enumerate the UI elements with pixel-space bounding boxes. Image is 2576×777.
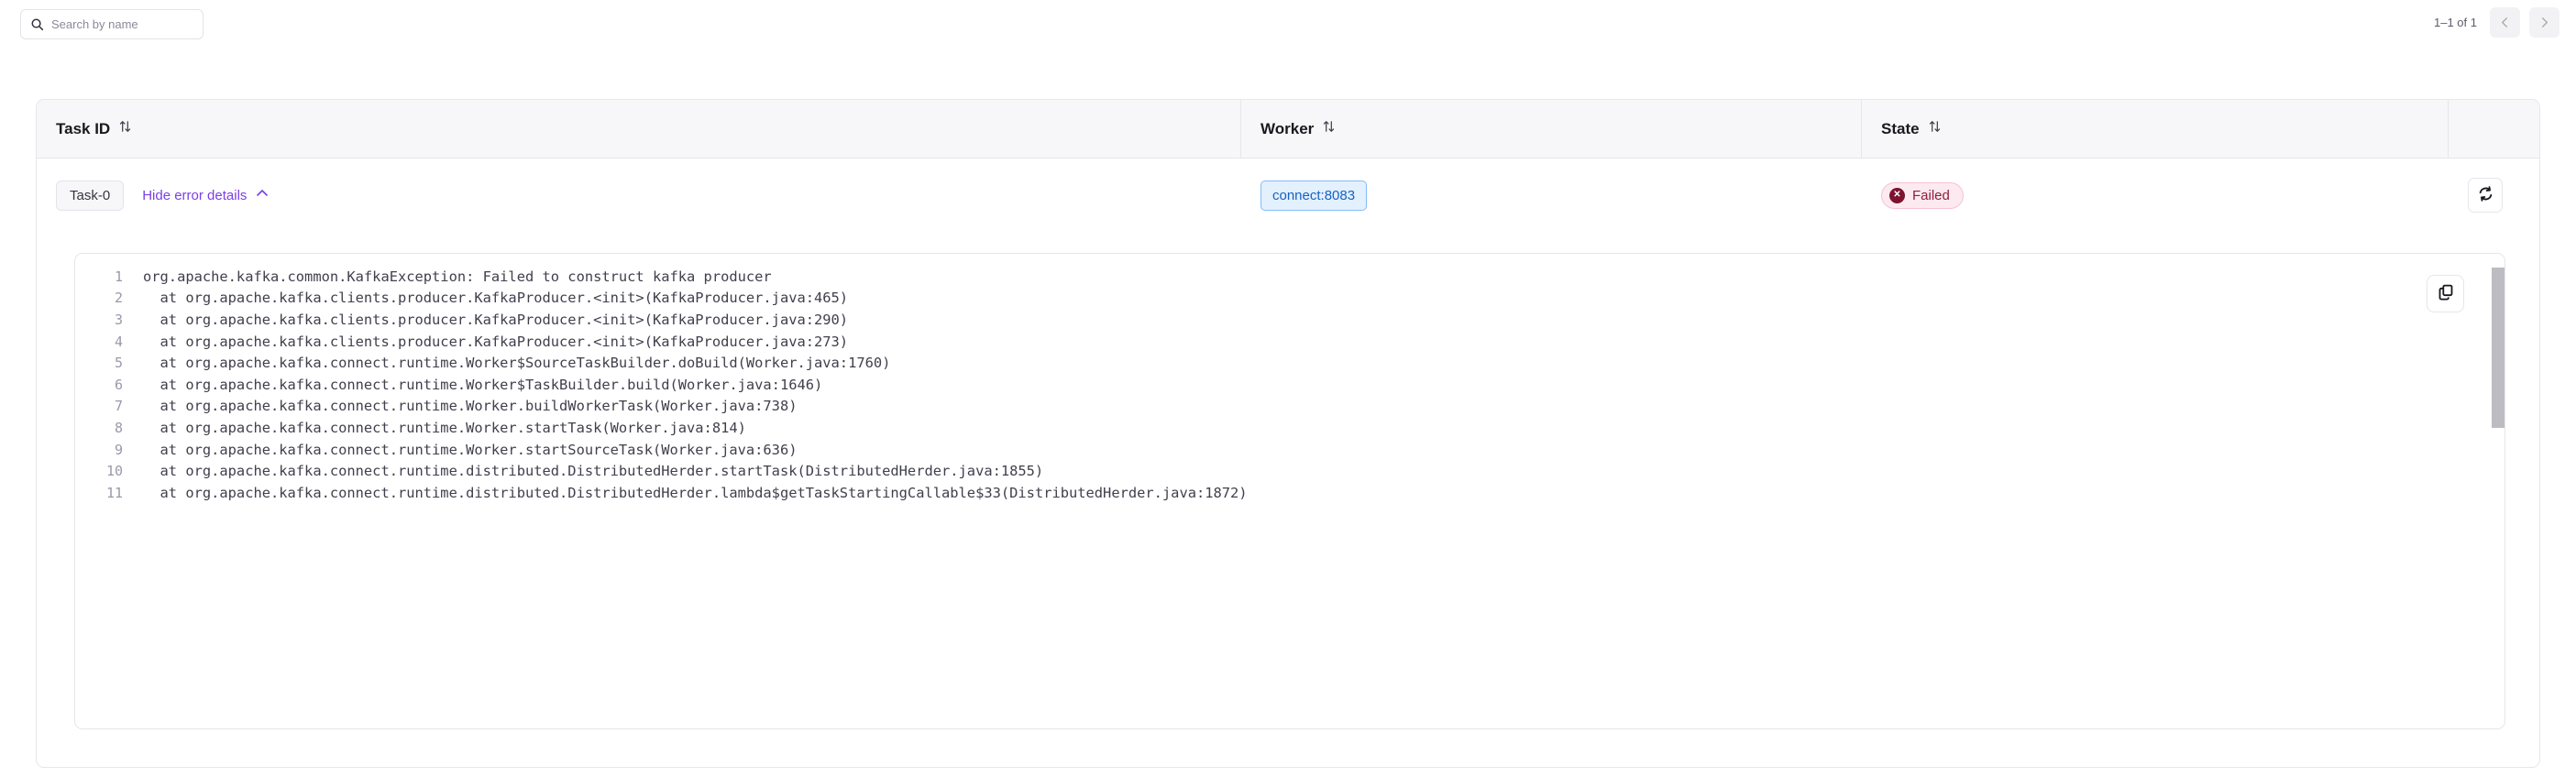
pagination-next-button[interactable] bbox=[2529, 7, 2559, 38]
chevron-left-icon bbox=[2498, 16, 2512, 29]
search-input[interactable] bbox=[51, 17, 193, 31]
log-line-text: at org.apache.kafka.connect.runtime.Work… bbox=[143, 377, 822, 393]
log-line-text: at org.apache.kafka.connect.runtime.Work… bbox=[143, 442, 797, 458]
table-row-main: Task-0 Hide error details connect:8083 ✕… bbox=[37, 159, 2539, 232]
copy-error-button[interactable] bbox=[2427, 275, 2464, 312]
log-scrollbar[interactable] bbox=[2490, 255, 2504, 729]
column-header-worker[interactable]: Worker bbox=[1241, 100, 1862, 158]
log-line: 9 at org.apache.kafka.connect.runtime.Wo… bbox=[75, 439, 2504, 461]
log-line: 1 org.apache.kafka.common.KafkaException… bbox=[75, 266, 2504, 288]
log-line-text: at org.apache.kafka.connect.runtime.Work… bbox=[143, 420, 746, 436]
chevron-up-icon bbox=[255, 186, 270, 204]
column-header-state[interactable]: State bbox=[1862, 100, 2449, 158]
column-header-label: Worker bbox=[1260, 120, 1314, 138]
column-header-label: Task ID bbox=[56, 120, 110, 138]
log-line-number: 4 bbox=[75, 334, 143, 350]
log-line-text: at org.apache.kafka.connect.runtime.Work… bbox=[143, 355, 890, 371]
log-line-text: at org.apache.kafka.connect.runtime.Work… bbox=[143, 398, 797, 414]
error-details-panel: 1 org.apache.kafka.common.KafkaException… bbox=[74, 253, 2505, 729]
cell-worker: connect:8083 bbox=[1241, 181, 1862, 211]
log-line-text: org.apache.kafka.common.KafkaException: … bbox=[143, 268, 772, 285]
cell-task-id: Task-0 Hide error details bbox=[37, 181, 1241, 211]
log-line-text: at org.apache.kafka.connect.runtime.dist… bbox=[143, 463, 1043, 479]
log-line: 6 at org.apache.kafka.connect.runtime.Wo… bbox=[75, 374, 2504, 396]
sort-icon[interactable] bbox=[1928, 119, 1942, 138]
pagination: 1–1 of 1 bbox=[2434, 7, 2559, 38]
error-log-lines: 1 org.apache.kafka.common.KafkaException… bbox=[75, 254, 2504, 504]
toggle-error-details-button[interactable]: Hide error details bbox=[142, 186, 270, 204]
log-line: 3 at org.apache.kafka.clients.producer.K… bbox=[75, 309, 2504, 331]
pagination-label: 1–1 of 1 bbox=[2434, 16, 2477, 29]
search-icon bbox=[30, 17, 44, 31]
cell-actions bbox=[2449, 178, 2539, 213]
status-badge: ✕ Failed bbox=[1881, 182, 1964, 209]
sort-icon[interactable] bbox=[1322, 119, 1336, 138]
copy-icon bbox=[2437, 283, 2455, 304]
log-line-text: at org.apache.kafka.clients.producer.Kaf… bbox=[143, 334, 848, 350]
log-line: 10 at org.apache.kafka.connect.runtime.d… bbox=[75, 460, 2504, 482]
restart-task-button[interactable] bbox=[2468, 178, 2503, 213]
chevron-right-icon bbox=[2537, 16, 2551, 29]
status-badge-label: Failed bbox=[1912, 188, 1950, 203]
log-line-text: at org.apache.kafka.clients.producer.Kaf… bbox=[143, 290, 848, 306]
log-line-number: 2 bbox=[75, 290, 143, 306]
error-log-box[interactable]: 1 org.apache.kafka.common.KafkaException… bbox=[74, 253, 2505, 729]
column-header-label: State bbox=[1881, 120, 1920, 138]
log-line: 4 at org.apache.kafka.clients.producer.K… bbox=[75, 331, 2504, 353]
tasks-table-card: Task ID Worker State bbox=[36, 99, 2540, 768]
log-line-number: 8 bbox=[75, 420, 143, 436]
toggle-error-details-label: Hide error details bbox=[142, 188, 247, 203]
table-header-row: Task ID Worker State bbox=[37, 100, 2539, 159]
log-line-number: 3 bbox=[75, 312, 143, 328]
column-header-task-id[interactable]: Task ID bbox=[37, 100, 1241, 158]
table-row: Task-0 Hide error details connect:8083 ✕… bbox=[37, 159, 2539, 232]
log-line: 7 at org.apache.kafka.connect.runtime.Wo… bbox=[75, 396, 2504, 418]
log-line-number: 10 bbox=[75, 463, 143, 479]
log-line-number: 9 bbox=[75, 442, 143, 458]
toolbar: 1–1 of 1 bbox=[0, 0, 2576, 49]
task-id-badge: Task-0 bbox=[56, 181, 124, 211]
log-line-number: 5 bbox=[75, 355, 143, 371]
log-line-text: at org.apache.kafka.clients.producer.Kaf… bbox=[143, 312, 848, 328]
restart-icon bbox=[2477, 185, 2494, 205]
cell-state: ✕ Failed bbox=[1862, 182, 2449, 209]
log-line-number: 6 bbox=[75, 377, 143, 393]
worker-link-badge[interactable]: connect:8083 bbox=[1260, 181, 1367, 211]
log-line-number: 1 bbox=[75, 268, 143, 285]
column-header-actions bbox=[2449, 100, 2539, 158]
x-circle-icon: ✕ bbox=[1889, 188, 1905, 203]
log-line: 8 at org.apache.kafka.connect.runtime.Wo… bbox=[75, 417, 2504, 439]
log-line: 5 at org.apache.kafka.connect.runtime.Wo… bbox=[75, 352, 2504, 374]
log-line: 11 at org.apache.kafka.connect.runtime.d… bbox=[75, 482, 2504, 504]
log-line-number: 11 bbox=[75, 485, 143, 501]
log-line-number: 7 bbox=[75, 398, 143, 414]
log-line: 2 at org.apache.kafka.clients.producer.K… bbox=[75, 288, 2504, 310]
log-scrollbar-thumb[interactable] bbox=[2492, 268, 2504, 428]
pagination-prev-button[interactable] bbox=[2490, 7, 2520, 38]
search-box[interactable] bbox=[20, 9, 204, 39]
log-line-text: at org.apache.kafka.connect.runtime.dist… bbox=[143, 485, 1248, 501]
sort-icon[interactable] bbox=[118, 119, 132, 138]
